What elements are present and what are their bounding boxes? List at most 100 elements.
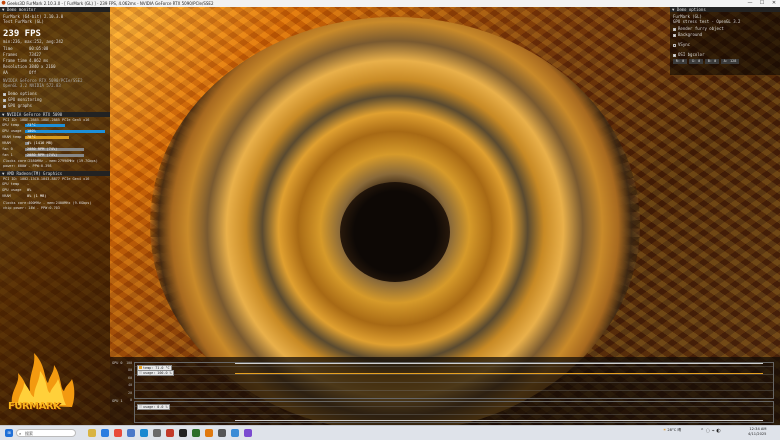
option-osi-bgcolor[interactable]: OSI bgcolor: [673, 52, 705, 57]
store-icon[interactable]: [127, 429, 135, 437]
checkbox-icon[interactable]: [673, 43, 676, 47]
graph-gpu0-tag: GPU 0: [112, 361, 123, 365]
sensor-value: 2080 RPM (74%): [27, 147, 58, 151]
legend-swatch: [139, 405, 142, 408]
file-explorer-icon[interactable]: [88, 429, 96, 437]
close-button[interactable]: ✕: [768, 0, 780, 7]
settings-icon[interactable]: [153, 429, 161, 437]
sensor-label: fan 0: [2, 147, 13, 151]
gpu-z-icon[interactable]: [192, 429, 200, 437]
stat-value: 3840 x 2160: [29, 64, 56, 69]
option-gpu-graphs[interactable]: GPU graphs: [3, 103, 32, 108]
photos-icon[interactable]: [166, 429, 174, 437]
stat-key: Frames: [3, 52, 18, 57]
checkbox-icon[interactable]: [673, 27, 676, 31]
option-gpu-monitoring[interactable]: GPU monitoring: [3, 97, 42, 102]
stat-resolution: Resolution 3840 x 2160: [3, 64, 56, 69]
taskbar-search[interactable]: ⌕ 搜索: [16, 429, 76, 437]
option-label: VSync: [678, 42, 691, 47]
rgba-g-field[interactable]: G: 0: [689, 59, 703, 64]
legend-swatch: [139, 371, 142, 374]
sensor-label: GPU temp: [2, 123, 20, 127]
sensor-label: VRAM: [2, 194, 11, 198]
start-button-icon[interactable]: ⊞: [5, 429, 13, 437]
checkbox-icon[interactable]: [673, 33, 676, 37]
checkbox-icon[interactable]: [3, 92, 6, 96]
option-label: GPU monitoring: [8, 97, 42, 102]
media-icon[interactable]: [231, 429, 239, 437]
weather-temp: 28°C: [667, 428, 677, 432]
sensor-value: -: [27, 182, 30, 186]
flame-icon: [11, 353, 75, 407]
option-demo-options[interactable]: Demo options: [3, 91, 37, 96]
option-label: OSI bgcolor: [678, 52, 705, 57]
obs-icon[interactable]: [218, 429, 226, 437]
minimize-button[interactable]: —: [744, 0, 756, 7]
app-icon: ●: [1, 0, 6, 6]
sensor-row: GPU temp -: [1, 182, 107, 187]
panel-header[interactable]: ▼ Demo monitor: [0, 7, 110, 12]
sensor-label: GPU usage: [2, 188, 22, 192]
graph-gpu0-plot: temp: 71.0 °C usage: 100.0 %: [134, 362, 774, 399]
gpu1-header[interactable]: ▼ NVIDIA GeForce RTX 5090: [0, 112, 110, 117]
checkbox-icon[interactable]: [3, 104, 6, 108]
weather-icon: ☀: [663, 428, 667, 432]
search-placeholder: 搜索: [25, 431, 33, 436]
stat-key: Time: [3, 46, 13, 51]
checkbox-icon[interactable]: [3, 98, 6, 102]
stat-aa: AA Off: [3, 70, 36, 75]
mail-icon[interactable]: [140, 429, 148, 437]
clock[interactable]: 12:34 AM 4/11/2025: [748, 427, 766, 437]
panel-header-label: Demo monitor: [6, 7, 36, 12]
sensor-row: GPU usage 0%: [1, 188, 107, 193]
chat-icon[interactable]: [244, 429, 252, 437]
sensor-bar: [25, 130, 105, 133]
sensor-row: VRAM 4% (1416 MB): [1, 141, 107, 146]
checkbox-icon[interactable]: [673, 53, 676, 57]
sensor-label: fan 1: [2, 153, 13, 157]
option-label: Demo options: [8, 91, 37, 96]
option-label: GPU graphs: [8, 103, 33, 108]
stat-time: Time 00:05:08: [3, 46, 48, 51]
weather-widget[interactable]: ☀ 28°C 晴: [663, 428, 681, 433]
gpu2-header[interactable]: ▼ AMD Radeon(TM) Graphics: [0, 171, 110, 176]
stat-key: AA: [3, 70, 8, 75]
graph-gpu0-axis: 100 80 60 40 20 0: [122, 360, 132, 404]
graph-gpu0-temp-line: [235, 373, 763, 374]
stat-value: 4.062 ms: [29, 58, 49, 63]
options-demo-desc: GPU stress test - OpenGL 3.2: [673, 19, 741, 24]
tray-icons[interactable]: ⌃ ◌ ⌁ ◐: [700, 428, 721, 434]
axis-tick-label: 40: [128, 383, 132, 388]
sensor-label: GPU temp: [2, 182, 20, 186]
sensor-label: VRAM: [2, 141, 11, 145]
option-vsync[interactable]: VSync: [673, 42, 690, 47]
furmark-taskbar-icon[interactable]: [205, 429, 213, 437]
terminal-icon[interactable]: [179, 429, 187, 437]
rgba-r-field[interactable]: R: 0: [673, 59, 687, 64]
clock-date: 4/11/2025: [748, 432, 767, 436]
sensor-value: 2080 RPM (74%): [27, 153, 58, 157]
axis-tick-label: 20: [128, 390, 132, 395]
stat-value: Off: [29, 70, 37, 75]
gpu2-header-label: AMD Radeon(TM) Graphics: [6, 171, 63, 176]
test-name: Test FurMark (GL): [3, 19, 44, 24]
gpu-graphs: GPU 0 100 80 60 40 20 0 temp: 71.0 °C usage: …: [110, 357, 780, 425]
chrome-icon[interactable]: [114, 429, 122, 437]
axis-tick-label: 60: [128, 375, 132, 380]
edge-icon[interactable]: [101, 429, 109, 437]
donut-hole: [340, 182, 450, 282]
maximize-button[interactable]: ☐: [756, 0, 768, 7]
options-header[interactable]: ▼ Demo options: [670, 7, 780, 12]
stat-value: 00:05:08: [29, 46, 49, 51]
stat-key: Resolution: [3, 64, 28, 69]
gpu1-header-label: NVIDIA GeForce RTX 5090: [6, 112, 63, 117]
fps-readout: 239 FPS: [3, 29, 41, 39]
sensor-row: GPU temp 73°C: [1, 123, 107, 128]
rgba-b-field[interactable]: B: 0: [705, 59, 719, 64]
rgba-a-field[interactable]: A: 128: [721, 59, 739, 64]
axis-tick-label: 0: [130, 398, 132, 403]
option-background[interactable]: Background: [673, 32, 702, 37]
axis-tick-label: 80: [128, 368, 132, 373]
sensor-row: fan 0 2080 RPM (74%): [1, 147, 107, 152]
option-render-furry[interactable]: Render furry object: [673, 26, 724, 31]
